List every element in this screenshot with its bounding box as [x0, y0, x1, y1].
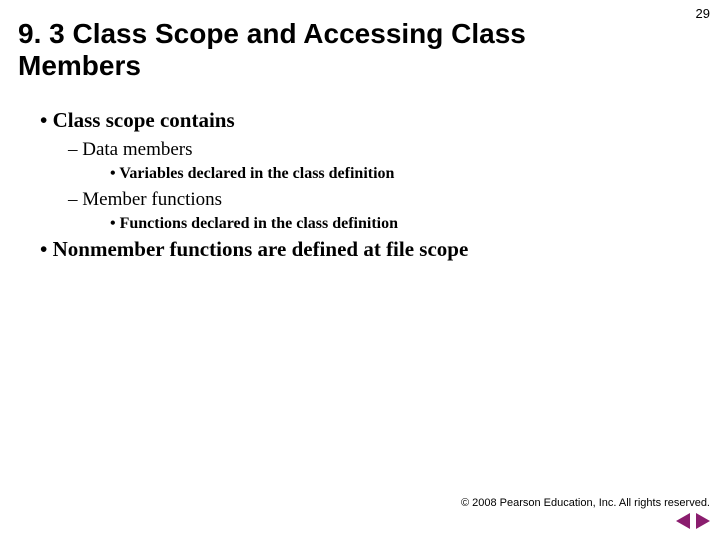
prev-slide-icon[interactable] [676, 513, 690, 529]
next-slide-icon[interactable] [696, 513, 710, 529]
slide-content: Class scope contains Data members Variab… [0, 92, 720, 262]
bullet-level2: Data members [68, 139, 700, 161]
bullet-level3: Functions declared in the class definiti… [110, 215, 700, 233]
nav-controls [676, 513, 710, 529]
bullet-level1: Class scope contains [40, 108, 700, 133]
slide-title: 9. 3 Class Scope and Accessing Class Mem… [0, 0, 720, 92]
bullet-level2: Member functions [68, 189, 700, 211]
bullet-level3: Variables declared in the class definiti… [110, 165, 700, 183]
copyright-text: © 2008 Pearson Education, Inc. All right… [461, 497, 710, 509]
footer: © 2008 Pearson Education, Inc. All right… [461, 497, 710, 534]
bullet-level1: Nonmember functions are defined at file … [40, 237, 700, 262]
page-number: 29 [696, 6, 710, 21]
